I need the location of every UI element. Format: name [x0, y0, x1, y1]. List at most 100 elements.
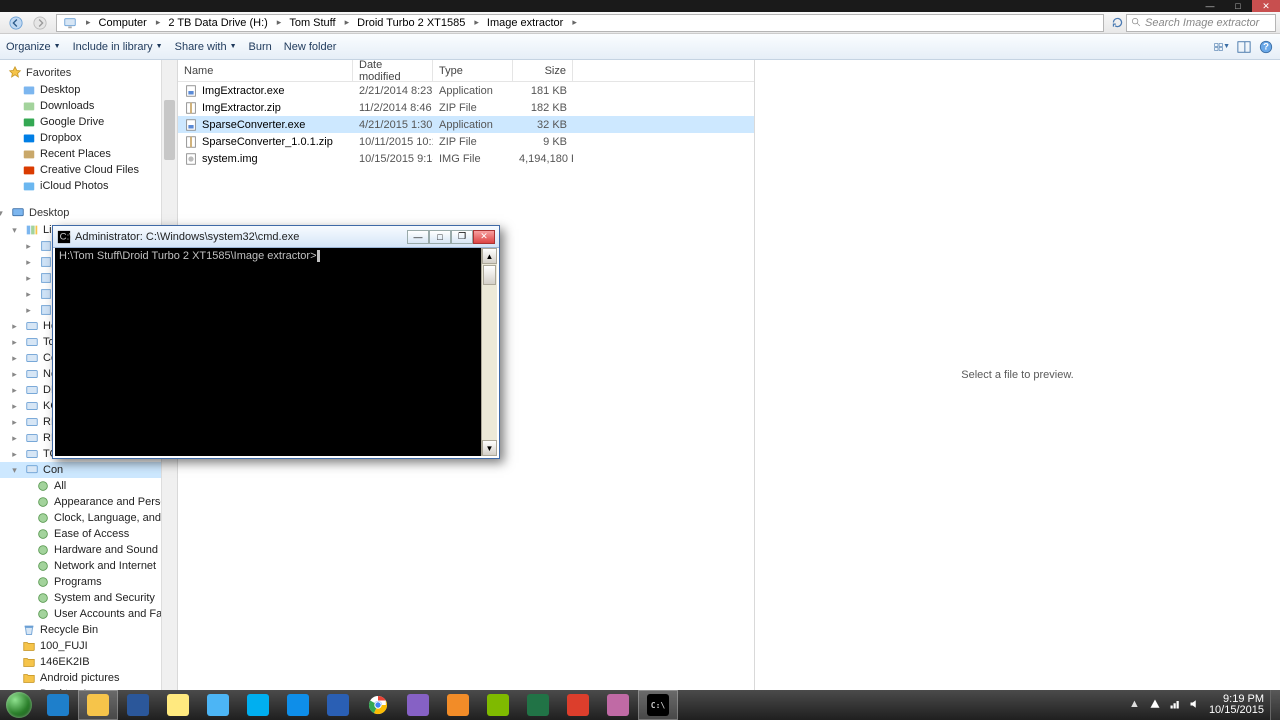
col-size[interactable]: Size: [513, 60, 573, 81]
cmd-prompt: H:\Tom Stuff\Droid Turbo 2 XT1585\Image …: [59, 250, 317, 262]
taskbar-item-red[interactable]: [558, 690, 598, 720]
show-desktop-button[interactable]: [1270, 690, 1280, 720]
scrollbar-thumb[interactable]: [164, 100, 175, 160]
file-row[interactable]: SparseConverter.exe4/21/2015 1:30 AMAppl…: [178, 116, 754, 133]
favorites-header[interactable]: Favorites: [0, 64, 177, 82]
cmd-maximize-button[interactable]: □: [429, 230, 451, 244]
breadcrumb-seg-2[interactable]: Tom Stuff: [283, 15, 342, 31]
preview-pane-button[interactable]: [1236, 39, 1252, 55]
col-name[interactable]: Name: [178, 60, 353, 81]
expand-icon[interactable]: ▾: [10, 226, 19, 235]
taskbar-item-chrome[interactable]: [358, 690, 398, 720]
cmd-terminal[interactable]: H:\Tom Stuff\Droid Turbo 2 XT1585\Image …: [55, 248, 481, 456]
file-row[interactable]: system.img10/15/2015 9:18 PMIMG File4,19…: [178, 150, 754, 167]
breadcrumb-seg-3[interactable]: Droid Turbo 2 XT1585: [351, 15, 472, 31]
tray-clock[interactable]: 9:19 PM 10/15/2015: [1209, 694, 1264, 716]
control-panel-item[interactable]: Hardware and Sound: [0, 542, 177, 558]
taskbar-item-blue[interactable]: [318, 690, 358, 720]
start-button[interactable]: [0, 690, 38, 720]
cmd-restore-button[interactable]: ❐: [451, 230, 473, 244]
scroll-up-button[interactable]: ▲: [482, 248, 497, 264]
favorites-item[interactable]: Downloads: [0, 98, 177, 114]
control-panel-item[interactable]: Clock, Language, and Region: [0, 510, 177, 526]
tray-action-center-icon[interactable]: [1149, 698, 1163, 712]
file-row[interactable]: ImgExtractor.zip11/2/2014 8:46 AMZIP Fil…: [178, 99, 754, 116]
search-input[interactable]: Search Image extractor: [1126, 14, 1276, 32]
taskbar-item-teamv[interactable]: [278, 690, 318, 720]
control-panel-item[interactable]: Programs: [0, 574, 177, 590]
taskbar-item-paint[interactable]: [598, 690, 638, 720]
tray-volume-icon[interactable]: [1189, 698, 1203, 712]
help-button[interactable]: ?: [1258, 39, 1274, 55]
cp-category-icon: [36, 527, 50, 541]
window-maximize-button[interactable]: □: [1224, 0, 1252, 12]
cp-category-icon: [36, 511, 50, 525]
breadcrumb-seg-0[interactable]: Computer: [93, 15, 154, 31]
new-folder-button[interactable]: New folder: [284, 41, 337, 53]
control-panel-item[interactable]: Appearance and Personalization: [0, 494, 177, 510]
breadcrumb-seg-1[interactable]: 2 TB Data Drive (H:): [162, 15, 274, 31]
taskbar-item-note2[interactable]: [478, 690, 518, 720]
cmd-close-button[interactable]: ✕: [473, 230, 495, 244]
desktop-tree-header[interactable]: ▾Desktop: [0, 204, 177, 222]
burn-button[interactable]: Burn: [249, 41, 272, 53]
control-panel-node[interactable]: ▾Con: [0, 462, 177, 478]
favorites-item[interactable]: Dropbox: [0, 130, 177, 146]
taskbar-item-skype[interactable]: [238, 690, 278, 720]
node-icon: [25, 335, 39, 349]
control-panel-item[interactable]: Network and Internet: [0, 558, 177, 574]
view-options-button[interactable]: ▼: [1214, 39, 1230, 55]
taskbar-item-note[interactable]: [158, 690, 198, 720]
library-icon: [39, 255, 53, 269]
taskbar-item-wmp[interactable]: [438, 690, 478, 720]
taskbar-item-word[interactable]: [118, 690, 158, 720]
cmd-window[interactable]: C:\ Administrator: C:\Windows\system32\c…: [52, 225, 500, 459]
cmd-scrollbar[interactable]: ▲ ▼: [481, 248, 497, 456]
favorites-item[interactable]: Desktop: [0, 82, 177, 98]
include-in-library-menu[interactable]: Include in library▼: [73, 41, 163, 53]
folder-item[interactable]: 100_FUJI: [0, 638, 177, 654]
taskbar-item-z[interactable]: [198, 690, 238, 720]
nav-back-button[interactable]: [4, 13, 28, 33]
file-row[interactable]: SparseConverter_1.0.1.zip10/11/2015 10:1…: [178, 133, 754, 150]
control-panel-item[interactable]: System and Security: [0, 590, 177, 606]
folder-icon: [22, 147, 36, 161]
favorites-item[interactable]: Google Drive: [0, 114, 177, 130]
nav-forward-button[interactable]: [28, 13, 52, 33]
window-minimize-button[interactable]: —: [1196, 0, 1224, 12]
file-row[interactable]: ImgExtractor.exe2/21/2014 8:23 PMApplica…: [178, 82, 754, 99]
favorites-item[interactable]: iCloud Photos: [0, 178, 177, 194]
window-titlebar: — □ ✕: [0, 0, 1280, 12]
cmd-scroll-thumb[interactable]: [483, 265, 496, 285]
cmd-icon: C:\: [647, 694, 669, 716]
favorites-item[interactable]: Creative Cloud Files: [0, 162, 177, 178]
breadcrumb-computer-icon[interactable]: [57, 15, 84, 31]
folder-item[interactable]: Android pictures: [0, 670, 177, 686]
refresh-button[interactable]: [1108, 16, 1126, 29]
window-close-button[interactable]: ✕: [1252, 0, 1280, 12]
control-panel-item[interactable]: User Accounts and Family Safety: [0, 606, 177, 622]
tray-network-icon[interactable]: [1169, 698, 1183, 712]
recycle-bin-node[interactable]: Recycle Bin: [0, 622, 177, 638]
cp-category-icon: [36, 559, 50, 573]
folder-item[interactable]: 146EK2IB: [0, 654, 177, 670]
expand-icon[interactable]: ▾: [0, 209, 5, 218]
tray-show-hidden-icon[interactable]: ▲: [1129, 698, 1143, 712]
scroll-down-button[interactable]: ▼: [482, 440, 497, 456]
cmd-titlebar[interactable]: C:\ Administrator: C:\Windows\system32\c…: [53, 226, 499, 248]
col-type[interactable]: Type: [433, 60, 513, 81]
organize-menu[interactable]: Organize▼: [6, 41, 61, 53]
breadcrumb-path[interactable]: ▸ Computer▸ 2 TB Data Drive (H:)▸ Tom St…: [56, 14, 1104, 32]
taskbar-item-ie[interactable]: [38, 690, 78, 720]
taskbar-item-folder[interactable]: [78, 690, 118, 720]
control-panel-item[interactable]: All: [0, 478, 177, 494]
taskbar-item-xl[interactable]: [518, 690, 558, 720]
share-with-menu[interactable]: Share with▼: [175, 41, 237, 53]
favorites-item[interactable]: Recent Places: [0, 146, 177, 162]
taskbar-item-tiles[interactable]: [398, 690, 438, 720]
control-panel-item[interactable]: Ease of Access: [0, 526, 177, 542]
breadcrumb-seg-4[interactable]: Image extractor: [481, 15, 570, 31]
col-date[interactable]: Date modified: [353, 60, 433, 81]
cmd-minimize-button[interactable]: —: [407, 230, 429, 244]
taskbar-item-cmd[interactable]: C:\: [638, 690, 678, 720]
